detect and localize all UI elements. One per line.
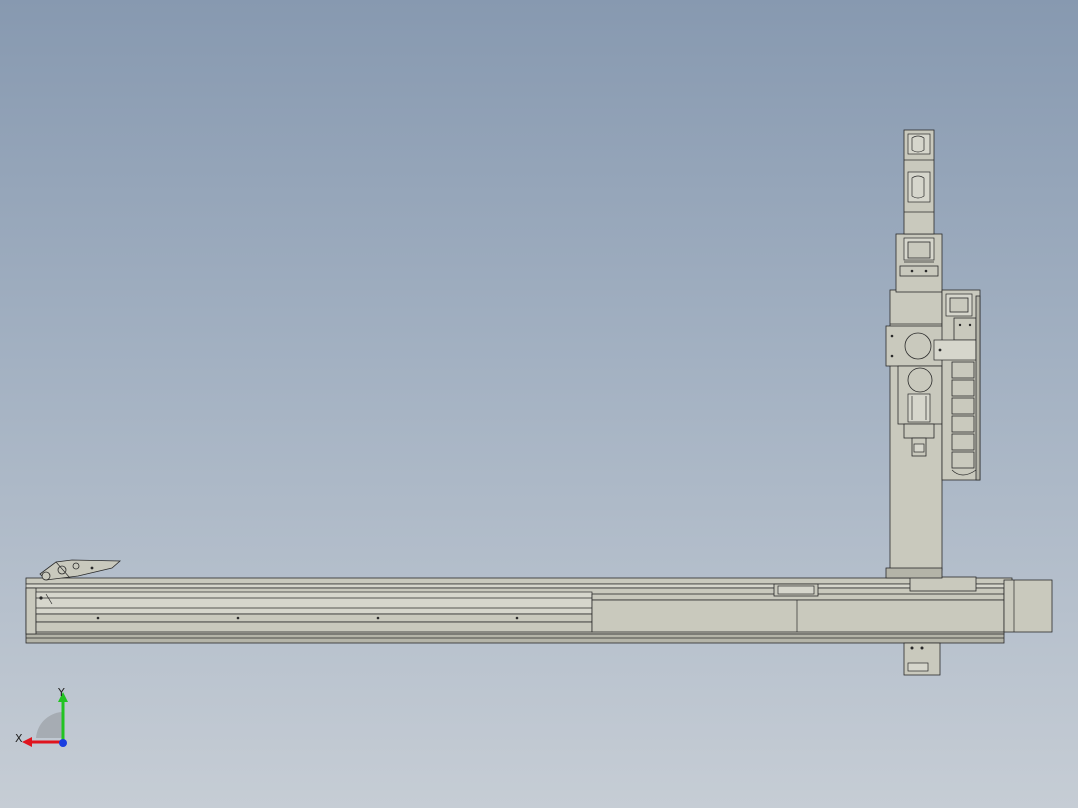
coordinate-triad: Y X (12, 686, 82, 756)
axis-triad-icon (22, 692, 68, 747)
x-axis-label: X (15, 732, 23, 745)
y-axis-label: Y (58, 686, 65, 699)
cad-viewport[interactable]: Y X (0, 0, 1078, 808)
gantry-model-drawing[interactable] (0, 0, 1078, 808)
x-axis-rail[interactable] (25, 576, 1053, 676)
